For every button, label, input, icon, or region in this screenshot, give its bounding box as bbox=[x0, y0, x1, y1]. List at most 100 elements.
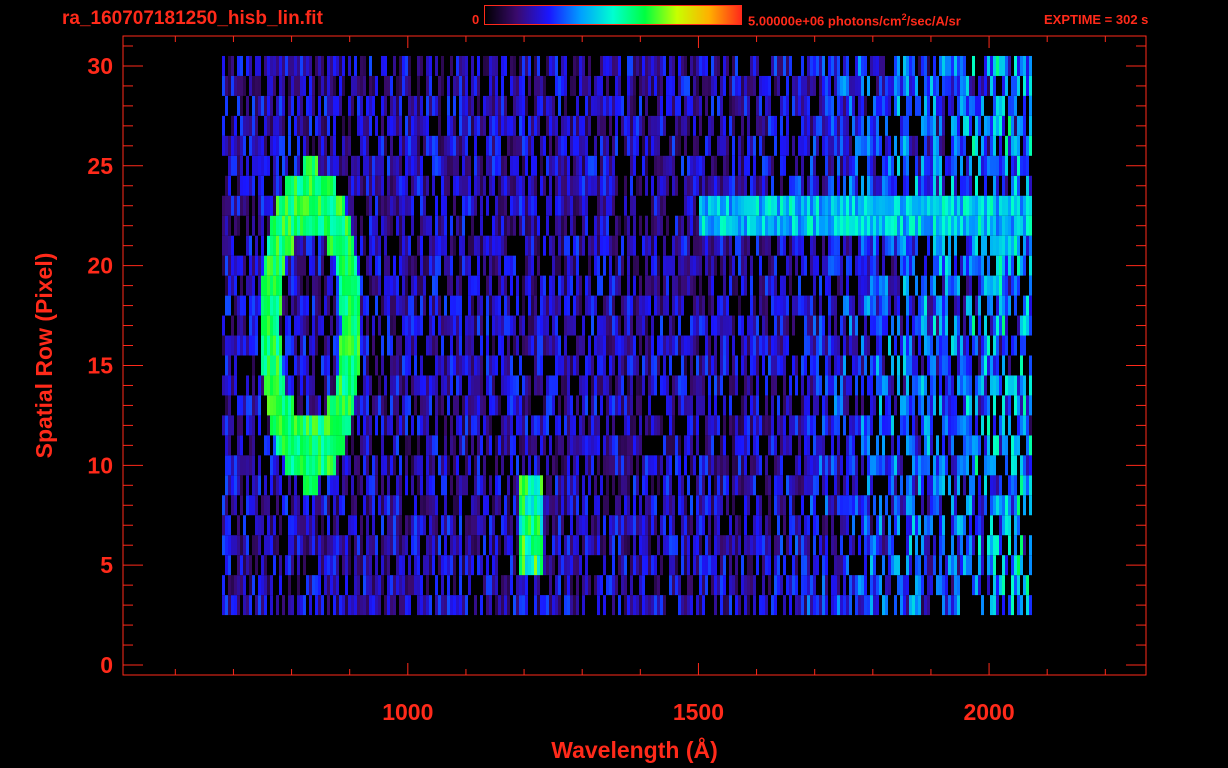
heatmap-cell bbox=[537, 595, 540, 616]
heatmap-cell bbox=[594, 175, 597, 196]
heatmap-cell bbox=[807, 375, 810, 396]
heatmap-cell bbox=[222, 135, 225, 156]
heatmap-cell bbox=[249, 335, 252, 356]
heatmap-cell bbox=[240, 95, 243, 116]
heatmap-cell bbox=[891, 555, 894, 576]
heatmap-cell bbox=[738, 475, 741, 496]
heatmap-cell bbox=[369, 575, 372, 596]
heatmap-cell bbox=[357, 115, 360, 136]
heatmap-cell bbox=[708, 495, 711, 516]
heatmap-cell bbox=[498, 195, 501, 216]
heatmap-cell bbox=[354, 215, 357, 236]
heatmap-cell bbox=[534, 535, 537, 556]
heatmap-cell bbox=[300, 595, 303, 616]
heatmap-cell bbox=[846, 155, 849, 176]
heatmap-cell bbox=[876, 515, 879, 536]
heatmap-cell bbox=[603, 435, 606, 456]
heatmap-cell bbox=[834, 115, 837, 136]
heatmap-cell bbox=[1017, 235, 1020, 256]
heatmap-cell bbox=[807, 215, 810, 236]
heatmap-cell bbox=[960, 335, 963, 356]
heatmap-cell bbox=[738, 295, 741, 316]
heatmap-cell bbox=[588, 335, 591, 356]
heatmap-cell bbox=[633, 95, 636, 116]
heatmap-cell bbox=[864, 535, 867, 556]
heatmap-cell bbox=[1017, 175, 1020, 196]
heatmap-cell bbox=[372, 535, 375, 556]
heatmap-cell bbox=[483, 235, 486, 256]
heatmap-cell bbox=[513, 315, 516, 336]
heatmap-cell bbox=[861, 515, 864, 536]
heatmap-cell bbox=[816, 475, 819, 496]
heatmap-cell bbox=[465, 595, 468, 616]
heatmap-cell bbox=[489, 475, 492, 496]
heatmap-cell bbox=[645, 295, 648, 316]
heatmap-cell bbox=[234, 375, 237, 396]
heatmap-cell bbox=[420, 215, 423, 236]
heatmap-cell bbox=[795, 235, 798, 256]
heatmap-cell bbox=[699, 575, 702, 596]
heatmap-cell bbox=[963, 315, 966, 336]
heatmap-cell bbox=[570, 475, 573, 496]
heatmap-cell bbox=[342, 455, 345, 476]
heatmap-cell bbox=[438, 315, 441, 336]
heatmap-cell bbox=[735, 435, 738, 456]
heatmap-cell bbox=[768, 495, 771, 516]
heatmap-cell bbox=[933, 115, 936, 136]
heatmap-cell bbox=[912, 395, 915, 416]
heatmap-cell bbox=[990, 155, 993, 176]
heatmap-cell bbox=[846, 435, 849, 456]
heatmap-cell bbox=[453, 495, 456, 516]
heatmap-cell bbox=[432, 95, 435, 116]
heatmap-cell bbox=[255, 395, 258, 416]
heatmap-cell bbox=[792, 215, 795, 236]
heatmap-cell bbox=[486, 135, 489, 156]
heatmap-cell bbox=[306, 295, 309, 316]
heatmap-cell bbox=[906, 235, 909, 256]
heatmap-cell bbox=[675, 375, 678, 396]
heatmap-cell bbox=[837, 255, 840, 276]
heatmap-cell bbox=[606, 395, 609, 416]
heatmap-cell bbox=[276, 255, 279, 276]
heatmap-cell bbox=[606, 195, 609, 216]
heatmap-cell bbox=[699, 395, 702, 416]
heatmap-cell bbox=[786, 255, 789, 276]
heatmap-cell bbox=[519, 535, 522, 556]
heatmap-cell bbox=[918, 215, 921, 236]
heatmap-cell bbox=[246, 475, 249, 496]
heatmap-cell bbox=[528, 455, 531, 476]
heatmap-cell bbox=[396, 475, 399, 496]
heatmap-cell bbox=[849, 415, 852, 436]
heatmap-cell bbox=[516, 95, 519, 116]
heatmap-cell bbox=[540, 475, 543, 496]
heatmap-cell bbox=[741, 255, 744, 276]
heatmap-cell bbox=[393, 195, 396, 216]
heatmap-cell bbox=[249, 495, 252, 516]
heatmap-cell bbox=[1017, 555, 1020, 576]
heatmap-cell bbox=[339, 435, 342, 456]
heatmap-cell bbox=[1029, 555, 1032, 576]
heatmap-cell bbox=[804, 455, 807, 476]
heatmap-cell bbox=[309, 235, 312, 256]
heatmap-cell bbox=[561, 135, 564, 156]
heatmap-cell bbox=[363, 355, 366, 376]
heatmap-cell bbox=[840, 535, 843, 556]
heatmap-cell bbox=[456, 415, 459, 436]
heatmap-cell bbox=[564, 255, 567, 276]
heatmap-cell bbox=[774, 435, 777, 456]
heatmap-cell bbox=[732, 195, 735, 216]
heatmap-cell bbox=[678, 475, 681, 496]
heatmap-cell bbox=[303, 595, 306, 616]
heatmap-cell bbox=[555, 315, 558, 336]
heatmap-cell bbox=[471, 515, 474, 536]
heatmap-cell bbox=[624, 475, 627, 496]
heatmap-cell bbox=[546, 295, 549, 316]
heatmap-cell bbox=[639, 115, 642, 136]
heatmap-cell bbox=[366, 375, 369, 396]
heatmap-cell bbox=[516, 495, 519, 516]
heatmap-cell bbox=[414, 135, 417, 156]
heatmap-cell bbox=[666, 455, 669, 476]
heatmap-cell bbox=[663, 115, 666, 136]
heatmap-cell bbox=[693, 315, 696, 336]
heatmap-cell bbox=[384, 215, 387, 236]
